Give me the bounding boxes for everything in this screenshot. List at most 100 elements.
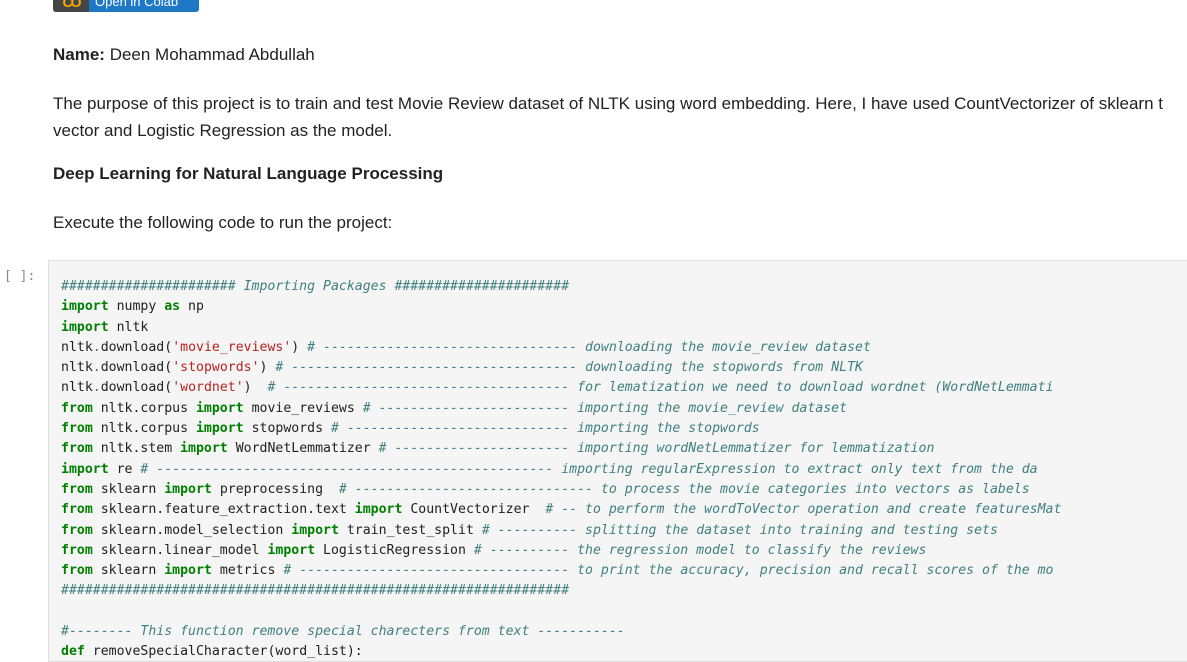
code-token: ###################### Importing Package…	[61, 279, 570, 294]
code-token: # ------------------------ importing the…	[362, 400, 848, 416]
code-token: nltk.corpus	[92, 400, 196, 416]
code-token: )	[259, 360, 276, 376]
code-token: preprocessing	[211, 481, 339, 497]
code-token: from	[61, 400, 93, 416]
code-token: # ---------------------------- importing…	[330, 421, 760, 437]
code-token: metrics	[211, 563, 284, 579]
code-token: nltk.corpus	[92, 421, 196, 437]
code-token: nltk	[61, 360, 93, 376]
code-line: from nltk.stem import WordNetLemmatizer …	[61, 439, 1187, 459]
code-line: import re # ----------------------------…	[61, 460, 1187, 480]
code-line: from nltk.corpus import movie_reviews # …	[61, 399, 1187, 419]
code-token: nltk	[108, 319, 149, 335]
code-editor[interactable]: ###################### Importing Package…	[49, 261, 1187, 661]
code-line: from nltk.corpus import stopwords # ----…	[61, 419, 1187, 439]
code-token: 'wordnet'	[172, 380, 244, 396]
section-heading: Deep Learning for Natural Language Proce…	[53, 164, 444, 183]
name-value: Deen Mohammad Abdullah	[104, 45, 315, 64]
code-token: import	[195, 400, 244, 416]
code-token: # ------------------------------------ d…	[275, 360, 863, 376]
code-line: from sklearn.feature_extraction.text imp…	[61, 500, 1187, 520]
code-token: from	[61, 502, 93, 518]
open-in-colab-badge[interactable]: CO Open in Colab	[53, 0, 199, 12]
code-token: import	[267, 542, 316, 558]
code-token: nltk	[61, 380, 93, 396]
code-token: # ------------------------------------ f…	[267, 380, 1054, 396]
code-token: movie_reviews	[243, 400, 363, 416]
code-token: from	[61, 542, 93, 558]
code-line: from sklearn.model_selection import trai…	[61, 521, 1187, 541]
code-token: # ------------------------------ to proc…	[338, 481, 1030, 497]
code-line: nltk.download('movie_reviews') # -------…	[61, 338, 1187, 358]
code-line: ########################################…	[61, 581, 1187, 601]
code-line: from sklearn import metrics # ----------…	[61, 561, 1187, 581]
code-token: sklearn.feature_extraction.text	[92, 502, 355, 518]
code-token: CountVectorizer	[402, 502, 546, 518]
code-token: numpy	[108, 299, 165, 315]
code-token: # --------------------------------------…	[140, 461, 1038, 477]
code-token: # -- to perform the wordToVector operati…	[545, 502, 1062, 518]
code-line: nltk.download('wordnet') # -------------…	[61, 378, 1187, 398]
code-token: as	[164, 299, 181, 315]
code-token: sklearn	[92, 563, 165, 579]
code-token: )	[291, 339, 308, 355]
code-cell[interactable]: ###################### Importing Package…	[48, 260, 1187, 662]
code-token: # ---------------------------------- to …	[283, 563, 1054, 579]
code-token: sklearn	[92, 481, 165, 497]
code-token: from	[61, 522, 93, 538]
code-line: def removeSpecialCharacter(word_list):	[61, 642, 1187, 661]
code-token: #-------- This function remove special c…	[61, 624, 625, 640]
code-line: import nltk	[61, 318, 1187, 338]
code-token: LogisticRegression	[315, 542, 474, 558]
code-token: sklearn.linear_model	[92, 542, 268, 558]
code-token: ########################################…	[61, 583, 570, 599]
code-token: WordNetLemmatizer	[227, 441, 379, 457]
code-token: nltk	[61, 339, 93, 355]
code-token: def	[61, 644, 85, 660]
code-token: download(	[100, 360, 173, 376]
code-token: import	[61, 299, 109, 315]
code-token: import	[61, 461, 109, 477]
author-name-line: Name: Deen Mohammad Abdullah	[53, 45, 1187, 65]
name-label: Name:	[53, 45, 105, 64]
code-token: np	[180, 299, 204, 315]
purpose-line-2: vector and Logistic Regression as the mo…	[53, 121, 393, 140]
code-token: from	[61, 441, 93, 457]
code-token: .	[92, 380, 101, 396]
code-token: # ---------------------- importing wordN…	[378, 441, 935, 457]
code-token: from	[61, 563, 93, 579]
cell-prompt: [ ]:	[4, 269, 36, 284]
code-token: .	[92, 360, 101, 376]
code-token: download(	[100, 380, 173, 396]
code-token: # ---------- splitting the dataset into …	[481, 522, 998, 538]
colab-logo-icon: CO	[53, 0, 89, 12]
code-line: import numpy as np	[61, 297, 1187, 317]
code-token: 'stopwords'	[172, 360, 260, 376]
code-token: from	[61, 421, 93, 437]
code-token: import	[164, 481, 212, 497]
code-token: import	[195, 421, 244, 437]
colab-badge-label: Open in Colab	[95, 0, 179, 9]
code-token: # -------------------------------- downl…	[307, 339, 871, 355]
code-token: removeSpecialCharacter(word_list):	[84, 644, 363, 660]
code-token: nltk.stem	[92, 441, 181, 457]
code-line: ###################### Importing Package…	[61, 277, 1187, 297]
execute-instruction: Execute the following code to run the pr…	[53, 213, 393, 232]
purpose-paragraph: The purpose of this project is to train …	[53, 90, 1187, 144]
code-line: from sklearn import preprocessing # ----…	[61, 480, 1187, 500]
code-line: from sklearn.linear_model import Logisti…	[61, 541, 1187, 561]
code-token: import	[61, 319, 109, 335]
code-token: import	[354, 502, 403, 518]
code-token: from	[61, 481, 93, 497]
code-token: re	[108, 461, 141, 477]
code-token: # ---------- the regression model to cla…	[473, 542, 927, 558]
code-line: nltk.download('stopwords') # -----------…	[61, 358, 1187, 378]
code-token: import	[180, 441, 228, 457]
code-token: )	[243, 380, 268, 396]
code-token: import	[291, 522, 339, 538]
code-token: import	[164, 563, 212, 579]
code-token: train_test_split	[338, 522, 482, 538]
code-token: stopwords	[243, 421, 331, 437]
code-token: 'movie_reviews'	[172, 339, 292, 355]
